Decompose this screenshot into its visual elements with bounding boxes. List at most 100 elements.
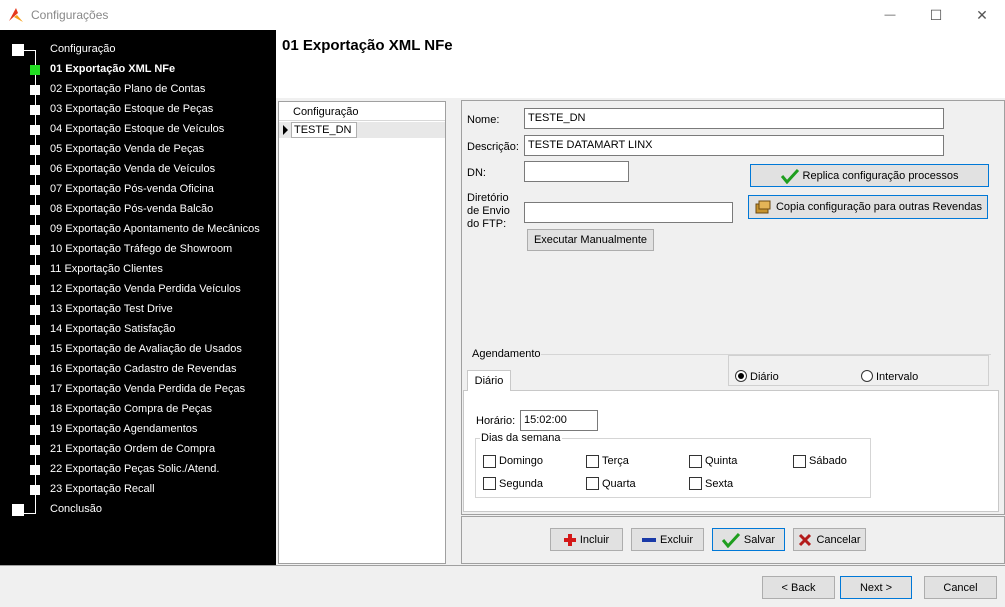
step-marker-icon: [30, 345, 40, 355]
title-bar: Configurações — ☐ ✕: [0, 0, 1005, 30]
step-marker-icon: [30, 245, 40, 255]
wizard-step[interactable]: 04 Exportação Estoque de Veículos: [0, 120, 276, 140]
wizard-step[interactable]: 01 Exportação XML NFe: [0, 60, 276, 80]
wizard-step[interactable]: 23 Exportação Recall: [0, 480, 276, 500]
excluir-button[interactable]: Excluir: [631, 528, 704, 551]
bottom-separator: [0, 565, 1005, 566]
checkbox-segunda[interactable]: [483, 477, 496, 490]
step-marker-icon: [30, 445, 40, 455]
dn-field[interactable]: [524, 161, 629, 182]
grid-row[interactable]: TESTE_DN: [279, 122, 445, 138]
nome-label: Nome:: [467, 114, 500, 126]
cancel-button[interactable]: Cancel: [924, 576, 997, 599]
radio-diario[interactable]: [735, 370, 747, 382]
step-marker-icon: [30, 365, 40, 375]
step-marker-icon: [30, 205, 40, 215]
step-marker-icon: [30, 85, 40, 95]
wizard-step-label: 16 Exportação Cadastro de Revendas: [50, 363, 237, 375]
checkbox-sexta-label[interactable]: Sexta: [705, 478, 733, 490]
wizard-step[interactable]: 06 Exportação Venda de Veículos: [0, 160, 276, 180]
step-marker-icon: [30, 485, 40, 495]
wizard-step[interactable]: 03 Exportação Estoque de Peças: [0, 100, 276, 120]
wizard-step-label: 11 Exportação Clientes: [50, 263, 163, 275]
dn-label: DN:: [467, 167, 486, 179]
salvar-button[interactable]: Salvar: [712, 528, 785, 551]
checkbox-terca[interactable]: [586, 455, 599, 468]
checkbox-quarta-label[interactable]: Quarta: [602, 478, 636, 490]
step-marker-icon: [30, 325, 40, 335]
app-logo-icon: [9, 8, 23, 22]
grid-header[interactable]: Configuração: [279, 102, 445, 121]
horario-label: Horário:: [476, 415, 516, 427]
copia-configuracao-button[interactable]: Copia configuração para outras Revendas: [748, 195, 988, 219]
horario-field[interactable]: 15:02:00: [520, 410, 598, 431]
package-icon: [755, 200, 771, 214]
executar-manualmente-button[interactable]: Executar Manualmente: [527, 229, 654, 251]
wizard-step[interactable]: 07 Exportação Pós-venda Oficina: [0, 180, 276, 200]
wizard-step[interactable]: 13 Exportação Test Drive: [0, 300, 276, 320]
replica-configuracao-button[interactable]: Replica configuração processos: [750, 164, 989, 187]
checkbox-domingo[interactable]: [483, 455, 496, 468]
wizard-step-label: 01 Exportação XML NFe: [50, 63, 176, 75]
wizard-step[interactable]: 09 Exportação Apontamento de Mecânicos: [0, 220, 276, 240]
wizard-step[interactable]: Configuração: [0, 40, 276, 60]
checkbox-quinta-label[interactable]: Quinta: [705, 455, 737, 467]
wizard-step[interactable]: 10 Exportação Tráfego de Showroom: [0, 240, 276, 260]
step-marker-icon: [30, 385, 40, 395]
ftp-label-line-2: de Envio: [467, 205, 510, 217]
next-button[interactable]: Next >: [840, 576, 912, 599]
page-title: 01 Exportação XML NFe: [282, 37, 453, 54]
nome-field[interactable]: TESTE_DN: [524, 108, 944, 129]
checkbox-quinta[interactable]: [689, 455, 702, 468]
wizard-step[interactable]: 08 Exportação Pós-venda Balcão: [0, 200, 276, 220]
checkbox-quarta[interactable]: [586, 477, 599, 490]
checkbox-segunda-label[interactable]: Segunda: [499, 478, 543, 490]
incluir-button[interactable]: Incluir: [550, 528, 623, 551]
dias-da-semana-label: Dias da semana: [480, 432, 562, 444]
wizard-step[interactable]: 18 Exportação Compra de Peças: [0, 400, 276, 420]
checkmark-icon: [780, 168, 799, 184]
wizard-step[interactable]: 22 Exportação Peças Solic./Atend.: [0, 460, 276, 480]
wizard-step-label: 02 Exportação Plano de Contas: [50, 83, 206, 95]
radio-diario-label[interactable]: Diário: [750, 371, 779, 383]
close-button[interactable]: ✕: [959, 0, 1005, 30]
tab-diario[interactable]: Diário: [467, 370, 511, 391]
wizard-steps-panel: Configuração 01 Exportação XML NFe 02 Expo…: [0, 30, 276, 565]
configurations-grid[interactable]: Configuração TESTE_DN: [278, 101, 446, 564]
checkbox-sabado[interactable]: [793, 455, 806, 468]
wizard-step-label: 12 Exportação Venda Perdida Veículos: [50, 283, 241, 295]
grid-cell[interactable]: TESTE_DN: [291, 122, 357, 138]
step-marker-icon: [12, 504, 24, 516]
minus-icon: [641, 537, 656, 542]
salvar-label: Salvar: [743, 533, 776, 546]
checkbox-domingo-label[interactable]: Domingo: [499, 455, 543, 467]
wizard-step[interactable]: 19 Exportação Agendamentos: [0, 420, 276, 440]
wizard-step[interactable]: 15 Exportação de Avaliação de Usados: [0, 340, 276, 360]
checkbox-sabado-label[interactable]: Sábado: [809, 455, 847, 467]
maximize-button[interactable]: ☐: [913, 0, 959, 30]
wizard-step-label: 10 Exportação Tráfego de Showroom: [50, 243, 233, 255]
page-header: 01 Exportação XML NFe: [276, 30, 1005, 98]
wizard-step[interactable]: 02 Exportação Plano de Contas: [0, 80, 276, 100]
copia-configuracao-label: Copia configuração para outras Revendas: [775, 201, 983, 213]
wizard-step[interactable]: 11 Exportação Clientes: [0, 260, 276, 280]
checkbox-sexta[interactable]: [689, 477, 702, 490]
ftp-directory-field[interactable]: [524, 202, 733, 223]
radio-intervalo-label[interactable]: Intervalo: [876, 371, 918, 383]
wizard-step[interactable]: 05 Exportação Venda de Peças: [0, 140, 276, 160]
radio-intervalo[interactable]: [861, 370, 873, 382]
descricao-field[interactable]: TESTE DATAMART LINX: [524, 135, 944, 156]
wizard-step[interactable]: 16 Exportação Cadastro de Revendas: [0, 360, 276, 380]
wizard-step[interactable]: 12 Exportação Venda Perdida Veículos: [0, 280, 276, 300]
checkbox-terca-label[interactable]: Terça: [602, 455, 629, 467]
ftp-label-line-3: do FTP:: [467, 218, 507, 230]
step-marker-icon: [30, 285, 40, 295]
wizard-step[interactable]: 14 Exportação Satisfação: [0, 320, 276, 340]
minimize-button[interactable]: —: [867, 0, 913, 30]
step-marker-icon: [30, 145, 40, 155]
cancelar-button[interactable]: Cancelar: [793, 528, 866, 551]
wizard-step[interactable]: 17 Exportação Venda Perdida de Peças: [0, 380, 276, 400]
back-button[interactable]: < Back: [762, 576, 835, 599]
wizard-step[interactable]: 21 Exportação Ordem de Compra: [0, 440, 276, 460]
wizard-step[interactable]: Conclusão: [0, 500, 276, 520]
